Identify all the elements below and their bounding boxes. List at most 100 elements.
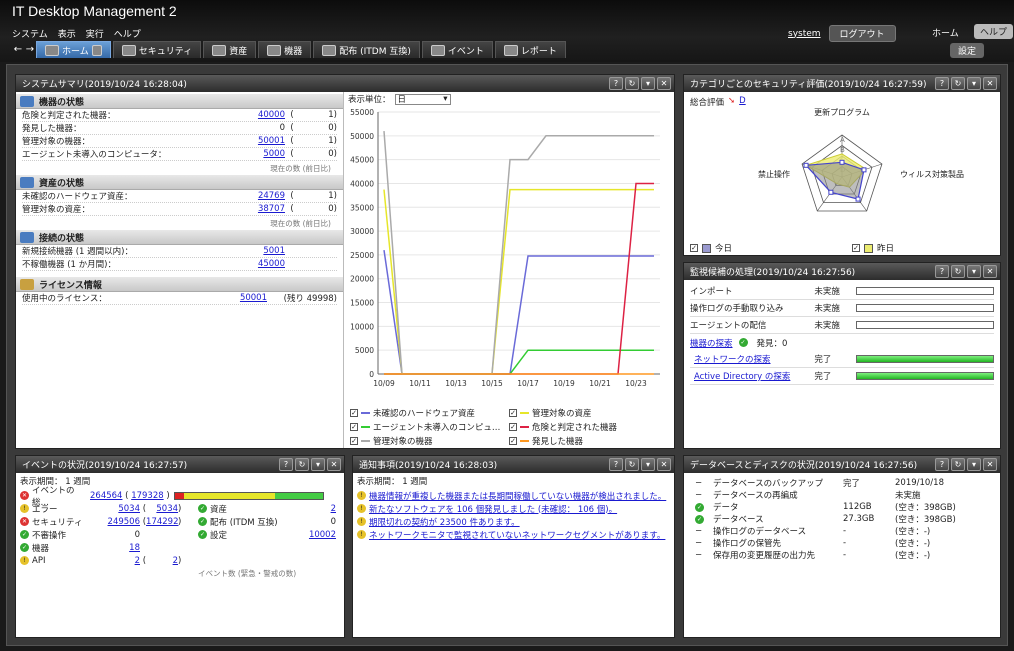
checkbox-checked-icon[interactable]: ✓ (852, 244, 860, 252)
checkbox-checked-icon[interactable]: ✓ (509, 437, 517, 445)
row-sub-link[interactable]: 174292 (146, 517, 178, 527)
menu-help[interactable]: ヘルプ (114, 27, 141, 40)
legend-yesterday[interactable]: ✓ 昨日 (852, 242, 894, 254)
row-status: 完了 (814, 372, 832, 382)
refresh-icon[interactable]: ↻ (625, 458, 639, 471)
menu-dropdown-icon[interactable]: ▾ (641, 458, 655, 471)
refresh-icon[interactable] (91, 44, 102, 56)
legend-item[interactable]: ✓ 危険と判定された機器 (509, 421, 668, 433)
row-value-link[interactable]: 18 (98, 543, 140, 553)
checkbox-checked-icon[interactable]: ✓ (690, 244, 698, 252)
menu-dropdown-icon[interactable]: ▾ (967, 458, 981, 471)
help-button[interactable]: ヘルプ (974, 24, 1014, 39)
dash-icon: − (695, 478, 703, 488)
forward-arrow-icon[interactable]: → (24, 44, 36, 55)
notice-link[interactable]: 機器情報が重複した機器または長期間稼働していない機器が検出されました。 (369, 490, 666, 502)
network-search-link[interactable]: ネットワークの探索 (694, 353, 814, 365)
tab-home[interactable]: ホーム (36, 41, 111, 58)
tab-security[interactable]: セキュリティ (112, 41, 202, 58)
list-item: インポート 未実施 (690, 283, 995, 300)
checkbox-checked-icon[interactable]: ✓ (350, 409, 358, 417)
settings-button[interactable]: 設定 (950, 43, 985, 58)
help-icon[interactable]: ? (609, 77, 623, 90)
help-icon[interactable]: ? (279, 458, 293, 471)
row-value-link[interactable]: 2 (98, 556, 140, 566)
close-icon[interactable]: ✕ (657, 77, 671, 90)
menu-system[interactable]: システム (12, 27, 48, 40)
warning-icon: ! (20, 504, 29, 513)
tab-devices[interactable]: 機器 (258, 41, 312, 58)
close-icon[interactable]: ✕ (327, 458, 341, 471)
row-value-link[interactable]: 5001 (243, 246, 285, 256)
help-icon[interactable]: ? (609, 458, 623, 471)
legend-item[interactable]: ✓ 未確認のハードウェア資産 (350, 407, 509, 419)
help-icon[interactable]: ? (935, 265, 949, 278)
close-icon[interactable]: ✕ (983, 458, 997, 471)
close-icon[interactable]: ✕ (983, 265, 997, 278)
tab-events[interactable]: イベント (421, 41, 493, 58)
menu-dropdown-icon[interactable]: ▾ (967, 77, 981, 90)
checkbox-checked-icon[interactable]: ✓ (509, 409, 517, 417)
ad-search-link[interactable]: Active Directory の探索 (694, 370, 814, 382)
delta-value: 0 (328, 149, 334, 159)
row-delta: (1) (290, 136, 337, 146)
back-arrow-icon[interactable]: ← (12, 44, 24, 55)
checkbox-checked-icon[interactable]: ✓ (350, 423, 358, 431)
legend-item[interactable]: ✓ 管理対象の機器 (350, 435, 509, 447)
event-total-link[interactable]: 264564 (90, 491, 122, 501)
home-link[interactable]: ホーム (932, 26, 959, 39)
tab-reports[interactable]: レポート (494, 41, 566, 58)
refresh-icon[interactable]: ↻ (295, 458, 309, 471)
row-value-link[interactable]: 40000 (243, 110, 285, 120)
close-icon[interactable]: ✕ (657, 458, 671, 471)
row-label: 発見した機器： (22, 124, 82, 134)
close-icon[interactable]: ✕ (983, 77, 997, 90)
row-status: 未実施 (814, 321, 840, 331)
unit-select[interactable]: 日 ▾ (394, 93, 451, 105)
check-icon: ✓ (738, 338, 748, 347)
row-value-link[interactable]: 249506 (98, 517, 140, 527)
user-name-link[interactable]: system (788, 29, 821, 39)
legend-item[interactable]: ✓ 管理対象の資産 (509, 407, 668, 419)
device-search-link[interactable]: 機器の探索 (690, 337, 733, 349)
row-value-link[interactable]: 50001 (243, 136, 285, 146)
help-icon[interactable]: ? (935, 77, 949, 90)
refresh-icon[interactable]: ↻ (951, 265, 965, 278)
legend-row: ✓ エージェント未導入のコンピュ… ✓ 危険と判定された機器 (350, 420, 668, 434)
row-value-link[interactable]: 45000 (243, 259, 285, 269)
notice-link[interactable]: ネットワークモニタで監視されていないネットワークセグメントがあります。 (369, 529, 665, 541)
menu-dropdown-icon[interactable]: ▾ (641, 77, 655, 90)
legend-today[interactable]: ✓ 今日 (690, 242, 732, 254)
event-emergency-link[interactable]: 179328 (131, 491, 163, 501)
row-sub-link[interactable]: 2 (146, 556, 178, 566)
row-value-link[interactable]: 24769 (243, 191, 285, 201)
refresh-icon[interactable]: ↻ (951, 77, 965, 90)
tab-assets[interactable]: 資産 (203, 41, 257, 58)
row-value-link[interactable]: 2 (296, 504, 336, 514)
notice-link[interactable]: 新たなソフトウェアを 106 個発見しました (未確認： 106 個)。 (369, 503, 617, 515)
search-status-row: 機器の探索 ✓ 発見：0 (690, 334, 994, 351)
legend-item[interactable]: ✓ 発見した機器 (509, 435, 668, 447)
row-value-link[interactable]: 38707 (243, 204, 285, 214)
row-value-link[interactable]: 5034 (98, 504, 140, 514)
license-value-link[interactable]: 50001 (225, 293, 267, 303)
notice-link[interactable]: 期限切れの契約が 23500 件あります。 (369, 516, 520, 528)
help-icon[interactable]: ? (935, 458, 949, 471)
menu-run[interactable]: 実行 (86, 27, 104, 40)
row-sub-link[interactable]: 5034 (146, 504, 178, 514)
row-value-link[interactable]: 10002 (296, 530, 336, 540)
legend-label: 未確認のハードウェア資産 (373, 409, 476, 419)
refresh-icon[interactable]: ↻ (625, 77, 639, 90)
series-line (383, 131, 654, 375)
menu-view[interactable]: 表示 (58, 27, 76, 40)
row-value-link[interactable]: 5000 (243, 149, 285, 159)
checkbox-checked-icon[interactable]: ✓ (509, 423, 517, 431)
legend-swatch (361, 426, 370, 428)
tab-distribution[interactable]: 配布 (ITDM 互換) (313, 41, 420, 58)
menu-dropdown-icon[interactable]: ▾ (967, 265, 981, 278)
logout-button[interactable]: ログアウト (828, 25, 896, 42)
refresh-icon[interactable]: ↻ (951, 458, 965, 471)
legend-item[interactable]: ✓ エージェント未導入のコンピュ… (350, 421, 509, 433)
checkbox-checked-icon[interactable]: ✓ (350, 437, 358, 445)
menu-dropdown-icon[interactable]: ▾ (311, 458, 325, 471)
